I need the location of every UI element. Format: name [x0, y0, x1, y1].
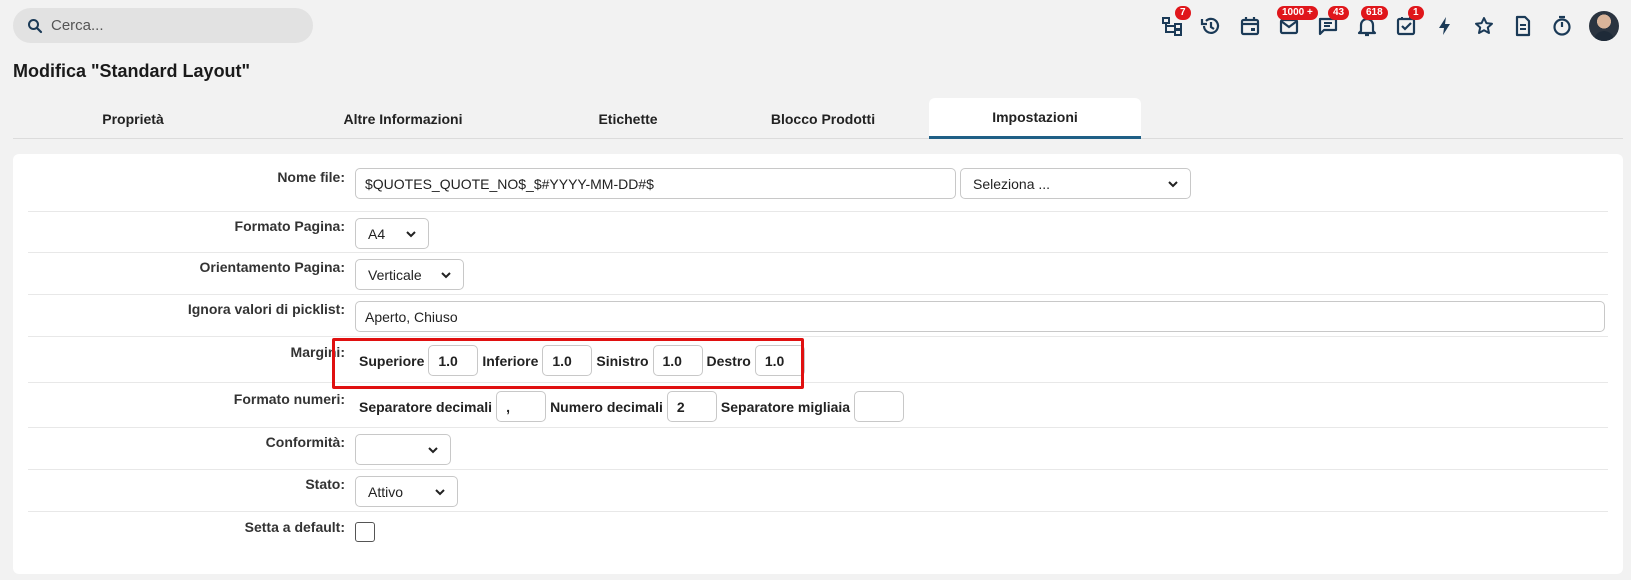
- select-value: Seleziona ...: [973, 175, 1051, 192]
- numero-decimali-input[interactable]: 2: [666, 391, 717, 422]
- search-icon: [28, 18, 43, 33]
- highlight-box: [332, 338, 804, 389]
- chat-icon[interactable]: 43: [1312, 6, 1350, 42]
- tab-etichette[interactable]: Etichette: [553, 98, 703, 139]
- tab-altre-informazioni[interactable]: Altre Informazioni: [253, 98, 553, 139]
- badge: 7: [1175, 6, 1191, 20]
- badge: 618: [1361, 6, 1388, 20]
- separatore-decimali-input[interactable]: ,: [496, 391, 547, 422]
- row-ignora-picklist: Ignora valori di picklist: Aperto, Chius…: [28, 295, 1608, 337]
- org-chart-icon[interactable]: 7: [1156, 6, 1191, 42]
- formato-pagina-label: Formato Pagina:: [234, 218, 345, 234]
- numero-decimali-label: Numero decimali: [550, 398, 663, 415]
- timer-icon[interactable]: [1546, 10, 1578, 42]
- row-margini: Margini: Superiore 1.0 Inferiore 1.0 Sin…: [28, 337, 1608, 383]
- separatore-decimali-label: Separatore decimali: [359, 398, 493, 415]
- row-formato-pagina: Formato Pagina: A4: [28, 212, 1608, 253]
- default-checkbox[interactable]: [355, 522, 375, 542]
- nome-file-select[interactable]: Seleziona ...: [960, 168, 1191, 199]
- row-default: Setta a default:: [28, 512, 1608, 562]
- chevron-down-icon: [435, 488, 445, 495]
- calendar-icon[interactable]: [1234, 10, 1266, 42]
- conformita-label: Conformità:: [265, 434, 345, 450]
- row-formato-numeri: Formato numeri: Separatore decimali , Nu…: [28, 383, 1608, 428]
- conformita-select[interactable]: [355, 434, 451, 465]
- row-orientamento: Orientamento Pagina: Verticale: [28, 253, 1608, 295]
- row-conformita: Conformità:: [28, 428, 1608, 470]
- select-value: A4: [368, 225, 386, 242]
- nome-file-input[interactable]: $QUOTES_QUOTE_NO$_$#YYYY-MM-DD#$: [355, 168, 956, 199]
- search-input[interactable]: [51, 17, 291, 34]
- chevron-down-icon: [428, 446, 438, 453]
- document-icon[interactable]: [1507, 10, 1539, 42]
- chevron-down-icon: [441, 271, 451, 278]
- task-check-icon[interactable]: 1: [1390, 6, 1424, 42]
- badge: 43: [1328, 6, 1350, 20]
- orientamento-select[interactable]: Verticale: [355, 259, 464, 290]
- avatar[interactable]: [1589, 11, 1619, 41]
- separatore-migliaia-input[interactable]: [854, 391, 905, 422]
- tab-proprieta[interactable]: Proprietà: [13, 98, 253, 139]
- chevron-down-icon: [1168, 180, 1178, 187]
- stato-select[interactable]: Attivo: [355, 476, 458, 507]
- chevron-down-icon: [406, 230, 416, 237]
- ignora-label: Ignora valori di picklist:: [187, 301, 345, 317]
- search-box[interactable]: [13, 8, 313, 43]
- stato-label: Stato:: [305, 476, 345, 492]
- row-nome-file: Nome file: $QUOTES_QUOTE_NO$_$#YYYY-MM-D…: [28, 154, 1608, 212]
- bell-icon[interactable]: 618: [1351, 6, 1388, 42]
- tab-impostazioni[interactable]: Impostazioni: [929, 98, 1141, 139]
- settings-card: Nome file: $QUOTES_QUOTE_NO$_$#YYYY-MM-D…: [13, 154, 1623, 574]
- formato-numeri-label: Formato numeri:: [233, 391, 345, 407]
- default-label: Setta a default:: [244, 519, 345, 535]
- tab-bar: Proprietà Altre Informazioni Etichette B…: [13, 98, 1623, 139]
- star-icon[interactable]: [1468, 10, 1500, 42]
- row-stato: Stato: Attivo: [28, 470, 1608, 512]
- page-title: Modifica "Standard Layout": [13, 61, 251, 81]
- select-value: Attivo: [368, 483, 404, 500]
- select-value: Verticale: [368, 266, 422, 283]
- separatore-migliaia-label: Separatore migliaia: [720, 398, 851, 415]
- formato-pagina-select[interactable]: A4: [355, 218, 429, 249]
- lightning-icon[interactable]: [1429, 10, 1461, 42]
- orientamento-label: Orientamento Pagina:: [199, 259, 345, 275]
- top-bar: 7 1000 + 43 618 1: [0, 0, 1631, 52]
- history-icon[interactable]: [1195, 10, 1227, 42]
- mail-icon[interactable]: 1000 +: [1273, 6, 1318, 42]
- nome-file-label: Nome file:: [277, 169, 345, 185]
- tab-blocco-prodotti[interactable]: Blocco Prodotti: [703, 98, 943, 139]
- badge: 1: [1408, 6, 1424, 20]
- ignora-input[interactable]: Aperto, Chiuso: [355, 301, 1605, 332]
